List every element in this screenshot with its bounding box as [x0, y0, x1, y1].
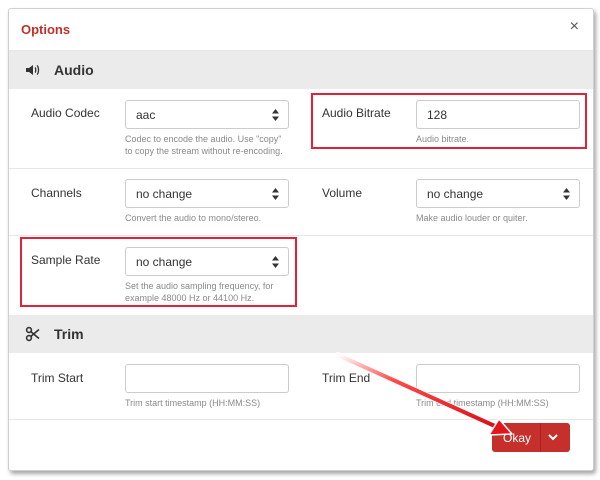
trim-section-header: Trim — [9, 315, 593, 353]
trim-end-input[interactable] — [416, 364, 580, 393]
audio-section-label: Audio — [54, 62, 94, 78]
close-icon[interactable]: × — [570, 19, 579, 35]
scissors-icon — [25, 326, 40, 342]
divider — [9, 168, 593, 169]
trim-start-label: Trim Start — [31, 371, 84, 385]
volume-help: Make audio louder or quiter. — [416, 213, 528, 223]
divider — [9, 235, 593, 236]
audio-codec-value: aac — [136, 108, 156, 122]
channels-value: no change — [136, 187, 193, 201]
trim-section-label: Trim — [54, 326, 84, 342]
volume-label: Volume — [322, 186, 363, 200]
chevron-down-icon[interactable] — [548, 433, 558, 441]
volume-value: no change — [427, 187, 484, 201]
divider — [9, 419, 593, 420]
okay-button-label: Okay — [503, 431, 532, 445]
dialog-title: Options — [21, 22, 71, 37]
channels-label: Channels — [31, 186, 82, 200]
select-caret-icon — [272, 109, 279, 121]
trim-end-label: Trim End — [322, 371, 371, 385]
audio-codec-help: Codec to encode the audio. Use "copy" to… — [125, 134, 283, 156]
select-caret-icon — [272, 188, 279, 200]
highlight-box-bitrate — [311, 93, 587, 149]
highlight-box-sample-rate — [20, 237, 297, 307]
speaker-icon — [26, 65, 40, 75]
options-dialog: Options × Audio Audio Codec aac Codec to… — [8, 8, 594, 471]
trim-start-help: Trim start timestamp (HH:MM:SS) — [125, 398, 261, 408]
trim-start-input[interactable] — [125, 364, 289, 393]
channels-select[interactable]: no change — [125, 179, 289, 208]
okay-button-separator — [540, 423, 541, 452]
volume-select[interactable]: no change — [416, 179, 580, 208]
trim-end-help: Trim end timestamp (HH:MM:SS) — [416, 398, 549, 408]
audio-codec-label: Audio Codec — [31, 106, 100, 120]
okay-button[interactable]: Okay — [492, 423, 570, 452]
channels-help: Convert the audio to mono/stereo. — [125, 213, 262, 223]
audio-codec-select[interactable]: aac — [125, 100, 289, 129]
select-caret-icon — [563, 188, 570, 200]
audio-section-header: Audio — [9, 51, 593, 89]
